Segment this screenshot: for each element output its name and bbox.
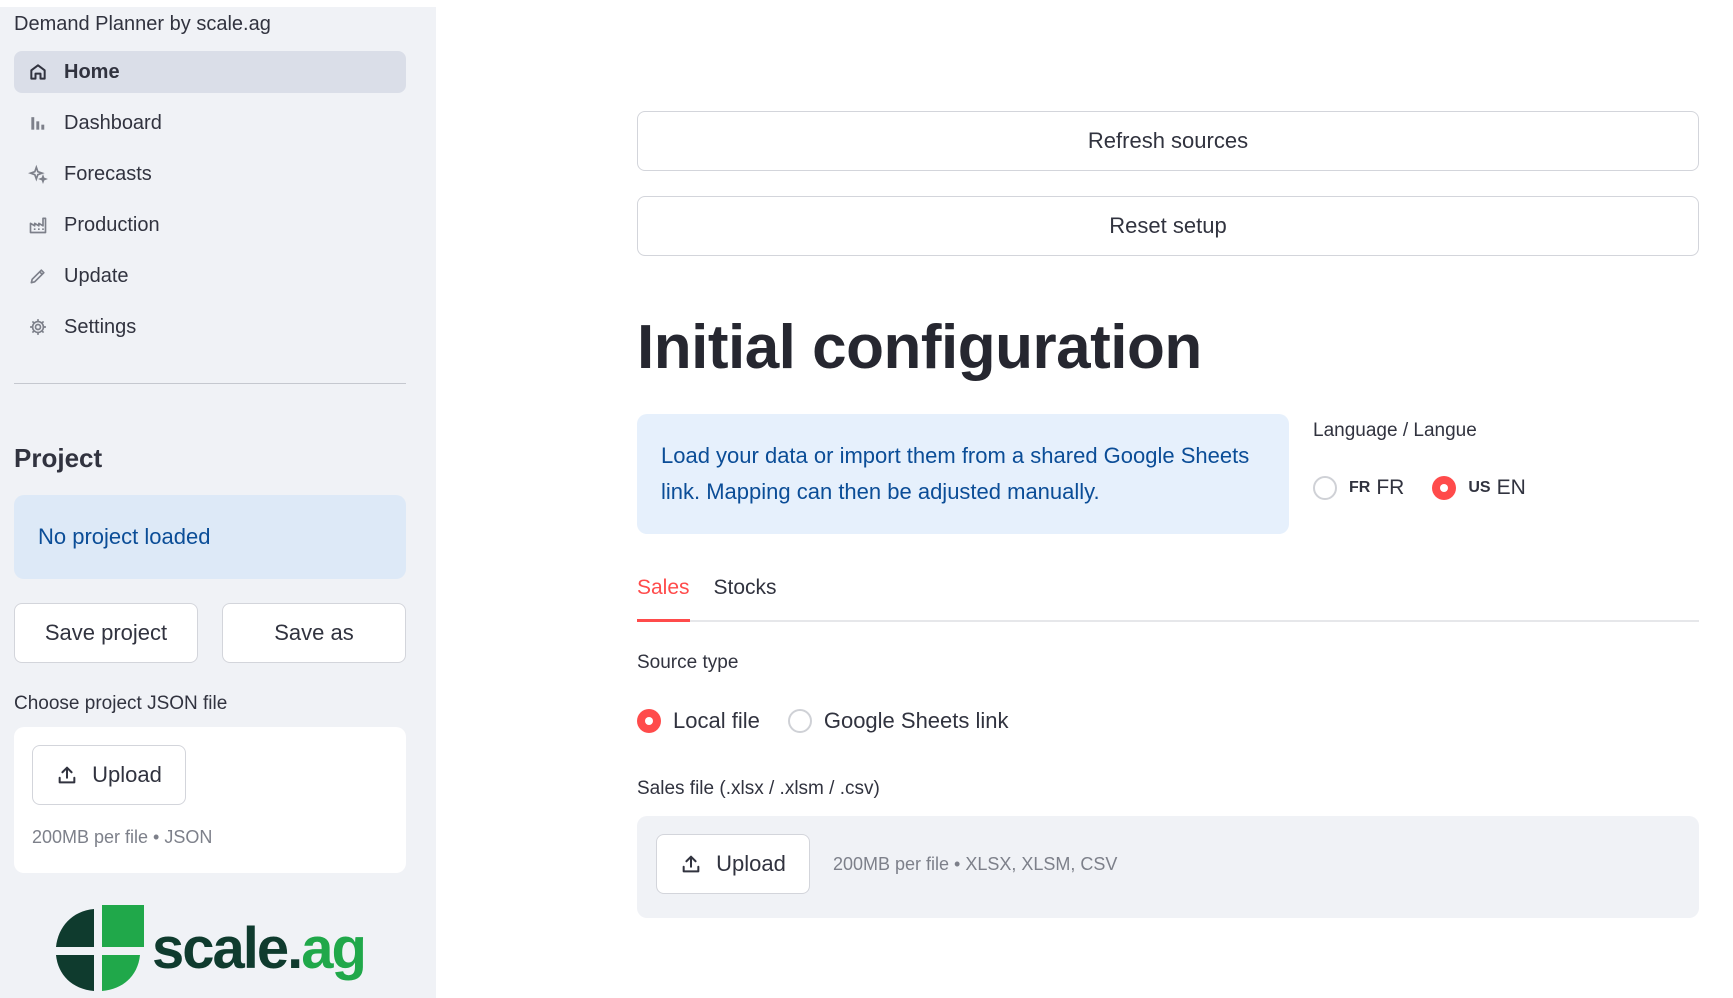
- factory-icon: [26, 213, 50, 237]
- language-option-en[interactable]: US EN: [1432, 476, 1526, 500]
- tab-stocks[interactable]: Stocks: [714, 572, 777, 622]
- upload-icon: [682, 855, 700, 873]
- language-option-label: EN: [1496, 476, 1526, 499]
- upload-button-label: Upload: [716, 851, 786, 876]
- sidebar-item-dashboard[interactable]: Dashboard: [14, 102, 406, 144]
- flag-us-icon: US: [1468, 479, 1491, 496]
- project-upload-button[interactable]: Upload: [32, 745, 186, 805]
- tab-sales[interactable]: Sales: [637, 572, 690, 622]
- info-message: Load your data or import them from a sha…: [637, 414, 1289, 534]
- radio-button[interactable]: [1313, 476, 1337, 500]
- logo-text-accent: ag: [301, 915, 367, 981]
- sidebar-item-label: Update: [64, 264, 129, 287]
- project-file-uploader[interactable]: Upload 200MB per file • JSON: [14, 727, 406, 873]
- app-title: Demand Planner by scale.ag: [14, 13, 271, 35]
- upload-button-label: Upload: [92, 762, 162, 787]
- sidebar-item-forecasts[interactable]: Forecasts: [14, 153, 406, 195]
- source-option-label: Google Sheets link: [823, 708, 1009, 733]
- upload-hint: 200MB per file • JSON: [32, 827, 213, 847]
- source-option-google-sheets[interactable]: Google Sheets link: [787, 708, 1009, 734]
- sidebar-item-label: Dashboard: [64, 111, 162, 134]
- source-option-local-file[interactable]: Local file: [637, 708, 760, 734]
- sidebar-item-label: Production: [64, 213, 160, 236]
- refresh-sources-button[interactable]: Refresh sources: [637, 111, 1699, 171]
- sidebar-item-settings[interactable]: Settings: [14, 306, 406, 348]
- sidebar-item-update[interactable]: Update: [14, 255, 406, 297]
- save-project-button[interactable]: Save project: [14, 603, 198, 663]
- radio-button[interactable]: [637, 709, 661, 733]
- gear-icon: [26, 315, 50, 339]
- language-option-label: FR: [1376, 476, 1405, 499]
- project-status-info: No project loaded: [14, 495, 406, 579]
- logo-text: scale.ag: [152, 915, 367, 982]
- logo-mark-icon: [56, 905, 144, 991]
- data-tabs: Sales Stocks: [637, 572, 1699, 622]
- sidebar-item-label: Settings: [64, 315, 137, 338]
- page-title: Initial configuration: [637, 313, 1202, 382]
- sparkle-icon: [26, 162, 50, 186]
- sidebar-divider: [14, 383, 406, 384]
- source-type-label: Source type: [637, 652, 739, 673]
- upload-icon: [58, 766, 76, 784]
- logo-text-main: scale.: [152, 915, 303, 981]
- reset-setup-button[interactable]: Reset setup: [637, 196, 1699, 256]
- pencil-icon: [26, 264, 50, 288]
- scale-ag-logo: scale.ag: [48, 903, 367, 993]
- sidebar: Demand Planner by scale.ag Home Dashboar…: [0, 7, 436, 998]
- language-radio-group: FR FR US EN: [1313, 476, 1554, 500]
- language-option-fr[interactable]: FR FR: [1313, 476, 1404, 500]
- upload-hint: 200MB per file • XLSX, XLSM, CSV: [833, 854, 1118, 874]
- sidebar-item-label: Home: [64, 60, 120, 83]
- sales-file-dropzone[interactable]: Upload 200MB per file • XLSX, XLSM, CSV: [637, 816, 1699, 918]
- save-as-button[interactable]: Save as: [222, 603, 406, 663]
- sidebar-item-label: Forecasts: [64, 162, 152, 185]
- radio-button[interactable]: [787, 709, 812, 733]
- sales-upload-button[interactable]: Upload: [656, 834, 810, 894]
- flag-fr-icon: FR: [1349, 479, 1371, 496]
- choose-project-file-label: Choose project JSON file: [14, 693, 228, 714]
- source-type-radio-group: Local file Google Sheets link: [637, 708, 1037, 734]
- sidebar-item-production[interactable]: Production: [14, 204, 406, 246]
- home-icon: [26, 60, 50, 84]
- project-heading: Project: [14, 443, 103, 473]
- bar-chart-icon: [26, 111, 50, 135]
- language-label: Language / Langue: [1313, 420, 1477, 441]
- radio-button[interactable]: [1432, 476, 1457, 500]
- sidebar-item-home[interactable]: Home: [14, 51, 406, 93]
- sales-file-label: Sales file (.xlsx / .xlsm / .csv): [637, 778, 880, 799]
- source-option-label: Local file: [673, 708, 760, 733]
- sidebar-nav: Home Dashboard Forecasts Production Upda…: [14, 51, 406, 357]
